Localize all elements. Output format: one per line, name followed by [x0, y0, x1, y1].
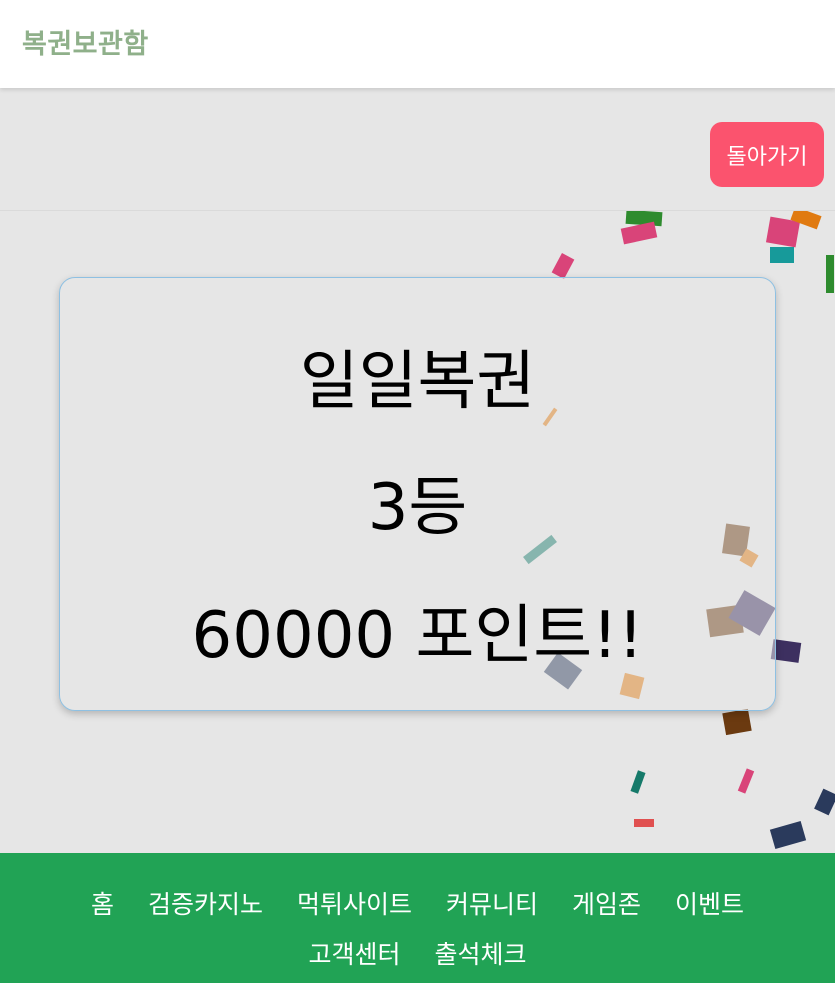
- prize-rank: 3등: [367, 471, 468, 545]
- back-button[interactable]: 돌아가기: [710, 122, 824, 187]
- confetti-piece: [722, 708, 752, 736]
- nav-item-community[interactable]: 커뮤니티: [446, 885, 538, 921]
- footer-nav: 홈 검증카지노 먹튀사이트 커뮤니티 게임존 이벤트 고객센터 출석체크: [0, 853, 835, 983]
- nav-item-events[interactable]: 이벤트: [675, 885, 744, 921]
- nav-item-verified-casino[interactable]: 검증카지노: [148, 885, 263, 921]
- confetti-piece: [814, 788, 835, 816]
- lottery-name: 일일복권: [299, 345, 536, 419]
- confetti-piece: [770, 247, 794, 263]
- footer-nav-row: 고객센터 출석체크: [0, 935, 835, 971]
- confetti-piece: [826, 255, 834, 293]
- nav-item-scam-sites[interactable]: 먹튀사이트: [297, 885, 412, 921]
- confetti-piece: [620, 221, 658, 245]
- confetti-stage: 일일복권 3등 60000 포인트!!: [0, 210, 835, 854]
- page-title: 복권보관함: [22, 29, 149, 60]
- confetti-piece: [634, 819, 654, 827]
- confetti-piece: [551, 253, 575, 279]
- prize-amount: 60000 포인트!!: [191, 599, 644, 673]
- nav-item-home[interactable]: 홈: [91, 885, 114, 921]
- nav-item-customer-center[interactable]: 고객센터: [308, 935, 400, 971]
- confetti-piece: [630, 770, 646, 794]
- prize-card: 일일복권 3등 60000 포인트!!: [59, 277, 776, 711]
- app-header: 복권보관함: [0, 0, 835, 88]
- nav-item-game-zone[interactable]: 게임존: [572, 885, 641, 921]
- footer-nav-row: 홈 검증카지노 먹튀사이트 커뮤니티 게임존 이벤트: [0, 885, 835, 921]
- confetti-piece: [769, 820, 807, 850]
- nav-item-attendance-check[interactable]: 출석체크: [435, 935, 527, 971]
- confetti-piece: [737, 768, 755, 794]
